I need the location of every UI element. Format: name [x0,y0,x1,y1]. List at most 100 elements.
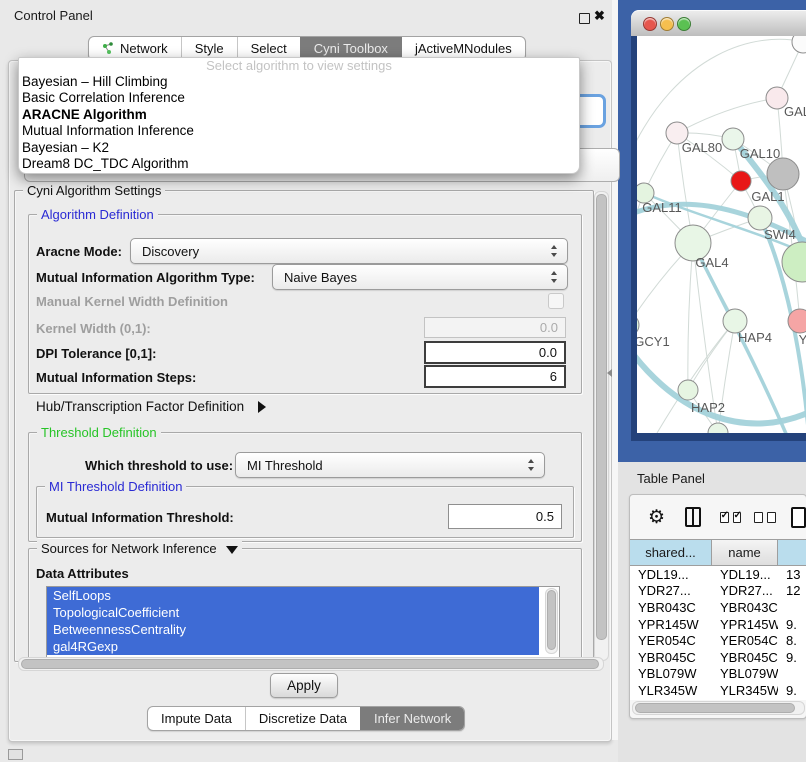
collapsed-panel-icon[interactable] [8,749,23,760]
which-threshold-label: Which threshold to use: [85,458,233,473]
table-cell: YER054C [630,633,712,648]
network-node[interactable] [731,171,751,191]
dpi-tolerance-label: DPI Tolerance [0,1]: [36,346,156,361]
table-row[interactable]: YBR043CYBR043C [630,599,806,616]
document-icon[interactable] [791,507,806,528]
mi-algorithm-type-combo[interactable]: Naive Bayes [272,264,568,290]
close-light[interactable] [643,17,657,31]
expander-collapsed-icon [258,401,266,413]
table-cell: YBR045C [712,650,778,665]
node-table: ⚙ shared...name YDL19...YDL19...13YDR27.… [629,494,806,719]
tab-discretize-data[interactable]: Discretize Data [245,707,360,730]
network-node[interactable] [708,423,728,433]
table-cell: 9. [778,683,806,698]
unchecked-checkbox-icon[interactable] [754,512,763,523]
network-node[interactable] [678,380,698,400]
network-node[interactable] [792,36,806,53]
expander-expanded-icon[interactable] [226,546,238,554]
tab-infer-network[interactable]: Infer Network [360,707,464,730]
mi-steps-field[interactable]: 6 [424,365,566,388]
table-row[interactable]: YPR145WYPR145W9. [630,616,806,633]
table-row[interactable]: YIL052CYIL052C9. [630,699,806,700]
cyni-mode-tabbar: Impute Data Discretize Data Infer Network [147,706,465,731]
column-header-name[interactable]: name [712,539,778,566]
attribute-item-selected[interactable]: gal4RGexp [47,638,539,655]
hub-definition-expander[interactable]: Hub/Transcription Factor Definition [36,399,266,414]
network-node[interactable] [782,242,806,282]
column-header-shared...[interactable]: shared... [630,539,712,566]
kernel-width-field[interactable]: 0.0 [424,317,566,338]
network-edge[interactable] [677,98,777,133]
attributes-list-scrollbar[interactable] [545,588,558,654]
algorithm-option-aracne-algorithm[interactable]: ARACNE Algorithm [19,107,579,123]
tab-impute-data[interactable]: Impute Data [148,707,245,730]
mi-algorithm-type-value: Naive Bayes [284,270,357,285]
network-edge[interactable] [688,321,735,390]
table-row[interactable]: YBL079WYBL079W [630,666,806,683]
network-node[interactable] [767,158,799,190]
algorithm-option-basic-correlation-inference[interactable]: Basic Correlation Inference [19,90,579,106]
settings-horizontal-scrollbar[interactable] [18,657,604,671]
node-label: GAL11 [642,200,682,215]
data-attributes-label: Data Attributes [36,566,129,581]
tab-label: Discretize Data [259,711,347,726]
attributes-scroll-thumb[interactable] [547,590,556,650]
attribute-item-selected[interactable]: TopologicalCoefficient [47,604,539,621]
network-graph-icon [102,42,115,55]
float-icon[interactable] [579,13,590,24]
algorithm-option-mutual-information-inference[interactable]: Mutual Information Inference [19,123,579,139]
aracne-mode-combo[interactable]: Discovery [130,238,568,264]
column-header-partial[interactable] [778,539,806,566]
network-window-titlebar[interactable] [631,10,806,37]
table-horizontal-scrollbar[interactable] [632,701,805,715]
table-row[interactable]: YBR045CYBR045C9. [630,649,806,666]
data-attributes-list[interactable]: SelfLoopsTopologicalCoefficientBetweenne… [46,586,560,658]
table-row[interactable]: YLR345WYLR345W9. [630,682,806,699]
network-graph: GALGAL80GAL10GAL1GAL11SWI4GAL4HAP4YGCY1H… [637,36,806,433]
apply-button[interactable]: Apply [270,673,338,698]
algorithm-option-bayesian-hill-climbing[interactable]: Bayesian – Hill Climbing [19,74,579,90]
network-node[interactable] [637,314,639,336]
node-label: Y [799,332,806,347]
manual-kernel-width-label: Manual Kernel Width Definition [36,294,228,309]
table-hscroll-thumb[interactable] [635,703,795,713]
close-icon[interactable]: ✖ [594,8,605,24]
algorithm-option-dream8-dc-tdc-algorithm[interactable]: Dream8 DC_TDC Algorithm [19,156,579,172]
tab-label: Infer Network [374,711,451,726]
attribute-item-selected[interactable]: SelfLoops [47,587,539,604]
network-view-window[interactable]: GALGAL80GAL10GAL1GAL11SWI4GAL4HAP4YGCY1H… [631,10,806,441]
mi-algorithm-type-label: Mutual Information Algorithm Type: [36,270,255,285]
which-threshold-combo[interactable]: MI Threshold [235,452,545,478]
node-label: GAL4 [695,255,728,270]
checked-checkbox-icon[interactable] [720,512,729,523]
columns-icon[interactable] [685,507,701,527]
zoom-light[interactable] [677,17,691,31]
settings-hscroll-thumb[interactable] [21,659,599,669]
table-panel: Table Panel ⚙ shared...name YDL19...YDL1… [618,462,806,762]
table-row[interactable]: YDR27...YDR27...12 [630,583,806,600]
divider-collapse-icon[interactable] [607,369,612,377]
table-header[interactable]: shared...name [630,539,806,566]
table-panel-title: Table Panel [637,471,705,486]
sources-legend: Sources for Network Inference [37,541,242,556]
dpi-tolerance-field[interactable]: 0.0 [424,341,566,364]
attribute-item-selected[interactable]: BetweennessCentrality [47,621,539,638]
cyni-settings-legend: Cyni Algorithm Settings [23,183,165,198]
algorithm-option-bayesian-k2[interactable]: Bayesian – K2 [19,140,579,156]
gear-icon[interactable]: ⚙ [648,508,665,527]
table-row[interactable]: YER054CYER054C8. [630,632,806,649]
node-label: GCY1 [637,334,670,349]
manual-kernel-width-checkbox[interactable] [548,293,564,309]
network-canvas[interactable]: GALGAL80GAL10GAL1GAL11SWI4GAL4HAP4YGCY1H… [637,36,806,433]
aracne-mode-label: Aracne Mode: [36,244,122,259]
settings-vertical-scrollbar[interactable] [594,191,609,661]
network-edge[interactable] [688,243,693,390]
unchecked-checkbox-icon[interactable] [767,512,776,523]
table-row[interactable]: YDL19...YDL19...13 [630,566,806,583]
checked-checkbox-icon[interactable] [733,512,742,523]
mi-threshold-field[interactable]: 0.5 [448,504,562,529]
settings-vscroll-thumb[interactable] [596,194,607,640]
table-rows[interactable]: YDL19...YDL19...13YDR27...YDR27...12YBR0… [630,566,806,700]
sources-legend-text: Sources for Network Inference [41,541,217,556]
minimize-light[interactable] [660,17,674,31]
